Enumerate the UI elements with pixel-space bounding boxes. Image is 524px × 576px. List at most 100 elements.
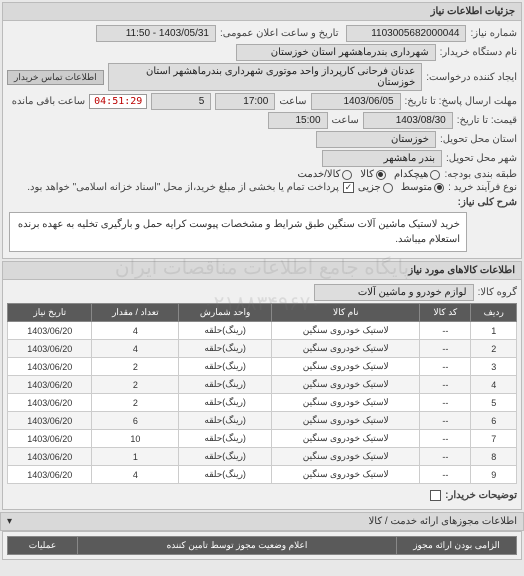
table-row[interactable]: 1--لاستیک خودروی سنگین(رینگ)حلقه41403/06… bbox=[8, 322, 517, 340]
goods-panel: اطلاعات کالاهای مورد نیاز گروه کالا: لوا… bbox=[2, 261, 522, 510]
cell-qty: 2 bbox=[92, 376, 179, 394]
table-row[interactable]: 2--لاستیک خودروی سنگین(رینگ)حلقه41403/06… bbox=[8, 340, 517, 358]
table-row[interactable]: 8--لاستیک خودروی سنگین(رینگ)حلقه11403/06… bbox=[8, 448, 517, 466]
permits-header[interactable]: اطلاعات مجوزهای ارائه خدمت / کالا ▾ bbox=[0, 512, 524, 531]
cell-date: 1403/06/20 bbox=[8, 376, 92, 394]
col-name: نام کالا bbox=[272, 304, 420, 322]
cell-qty: 2 bbox=[92, 394, 179, 412]
req-no-label: شماره نیاز: bbox=[470, 28, 517, 39]
treasury-checkbox[interactable] bbox=[343, 182, 354, 193]
requester-value: عدنان فرحانی کارپرداز واحد موتوری شهردار… bbox=[108, 63, 423, 91]
table-row[interactable]: 4--لاستیک خودروی سنگین(رینگ)حلقه21403/06… bbox=[8, 376, 517, 394]
cell-unit: (رینگ)حلقه bbox=[179, 340, 272, 358]
budget-label: طبقه بندی بودجه: bbox=[444, 169, 517, 180]
cell-n: 3 bbox=[471, 358, 517, 376]
deadline-label: مهلت ارسال پاسخ: تا تاریخ: bbox=[405, 96, 517, 107]
chevron-down-icon: ▾ bbox=[7, 516, 12, 527]
table-row[interactable]: 7--لاستیک خودروی سنگین(رینگ)حلقه101403/0… bbox=[8, 430, 517, 448]
remaining-timer: 04:51:29 bbox=[89, 94, 147, 109]
col-ops: عملیات bbox=[8, 537, 78, 555]
req-no-value: 1103005682000044 bbox=[346, 25, 466, 42]
permits-panel: الزامی بودن ارائه مجوز اعلام وضعیت مجوز … bbox=[2, 531, 522, 560]
cell-n: 2 bbox=[471, 340, 517, 358]
quote-date: 1403/08/30 bbox=[363, 112, 453, 129]
requester-label: ایجاد کننده درخواست: bbox=[426, 72, 517, 83]
goods-header-row: ردیف کد کالا نام کالا واحد شمارش تعداد /… bbox=[8, 304, 517, 322]
table-row[interactable]: 3--لاستیک خودروی سنگین(رینگ)حلقه21403/06… bbox=[8, 358, 517, 376]
table-row[interactable]: 9--لاستیک خودروی سنگین(رینگ)حلقه41403/06… bbox=[8, 466, 517, 484]
cell-code: -- bbox=[420, 448, 471, 466]
cell-date: 1403/06/20 bbox=[8, 322, 92, 340]
cell-n: 6 bbox=[471, 412, 517, 430]
cell-name: لاستیک خودروی سنگین bbox=[272, 376, 420, 394]
buy-type-label: نوع فرآیند خرید : bbox=[448, 182, 517, 193]
cell-n: 7 bbox=[471, 430, 517, 448]
cell-n: 1 bbox=[471, 322, 517, 340]
extension-days: 5 bbox=[151, 93, 211, 110]
buyer-label: نام دستگاه خریدار: bbox=[440, 47, 517, 58]
cell-unit: (رینگ)حلقه bbox=[179, 412, 272, 430]
permits-table: الزامی بودن ارائه مجوز اعلام وضعیت مجوز … bbox=[7, 536, 517, 555]
panel-title: جزئیات اطلاعات نیاز bbox=[3, 3, 521, 21]
cell-unit: (رینگ)حلقه bbox=[179, 430, 272, 448]
cell-qty: 4 bbox=[92, 340, 179, 358]
cell-date: 1403/06/20 bbox=[8, 394, 92, 412]
col-announce: اعلام وضعیت مجوز توسط تامین کننده bbox=[78, 537, 397, 555]
cell-date: 1403/06/20 bbox=[8, 340, 92, 358]
deadline-time: 17:00 bbox=[215, 93, 275, 110]
cell-n: 5 bbox=[471, 394, 517, 412]
summary-text: خرید لاستیک ماشین آلات سنگین طبق شرایط و… bbox=[9, 212, 467, 252]
cell-name: لاستیک خودروی سنگین bbox=[272, 394, 420, 412]
time-label-2: ساعت bbox=[332, 115, 359, 126]
buyer-value: شهرداری بندرماهشهر استان خوزستان bbox=[236, 44, 436, 61]
cell-qty: 1 bbox=[92, 448, 179, 466]
goods-title: اطلاعات کالاهای مورد نیاز bbox=[3, 262, 521, 280]
table-row[interactable]: 6--لاستیک خودروی سنگین(رینگ)حلقه61403/06… bbox=[8, 412, 517, 430]
col-qty: تعداد / مقدار bbox=[92, 304, 179, 322]
announce-label: تاریخ و ساعت اعلان عمومی: bbox=[220, 28, 339, 39]
group-label: گروه کالا: bbox=[478, 287, 517, 298]
permits-title: اطلاعات مجوزهای ارائه خدمت / کالا bbox=[369, 516, 517, 527]
col-row: ردیف bbox=[471, 304, 517, 322]
cell-qty: 4 bbox=[92, 466, 179, 484]
table-row[interactable]: 5--لاستیک خودروی سنگین(رینگ)حلقه21403/06… bbox=[8, 394, 517, 412]
quote-label: قیمت: تا تاریخ: bbox=[457, 115, 517, 126]
quote-time: 15:00 bbox=[268, 112, 328, 129]
radio-icon bbox=[342, 170, 352, 180]
cell-code: -- bbox=[420, 358, 471, 376]
budget-opt-goods[interactable]: کالا bbox=[360, 169, 386, 180]
cell-unit: (رینگ)حلقه bbox=[179, 322, 272, 340]
group-value: لوازم خودرو و ماشین آلات bbox=[314, 284, 474, 301]
cell-name: لاستیک خودروی سنگین bbox=[272, 430, 420, 448]
radio-icon bbox=[376, 170, 386, 180]
goods-table: ردیف کد کالا نام کالا واحد شمارش تعداد /… bbox=[7, 303, 517, 484]
city-value: بندر ماهشهر bbox=[322, 150, 442, 167]
buyer-note-checkbox[interactable] bbox=[430, 490, 441, 501]
cell-date: 1403/06/20 bbox=[8, 358, 92, 376]
col-required: الزامی بودن ارائه مجوز bbox=[397, 537, 517, 555]
buyer-note-label: توضیحات خریدار: bbox=[445, 488, 517, 503]
budget-opt-goods-service[interactable]: کالا/خدمت bbox=[298, 169, 353, 180]
budget-radio-group: هیچکدام کالا کالا/خدمت bbox=[298, 169, 441, 180]
cell-unit: (رینگ)حلقه bbox=[179, 358, 272, 376]
cell-unit: (رینگ)حلقه bbox=[179, 448, 272, 466]
cell-code: -- bbox=[420, 412, 471, 430]
cell-name: لاستیک خودروی سنگین bbox=[272, 322, 420, 340]
cell-name: لاستیک خودروی سنگین bbox=[272, 448, 420, 466]
col-date: تاریخ نیاز bbox=[8, 304, 92, 322]
buy-type-radio-group: متوسط جزیی bbox=[358, 182, 444, 193]
cell-code: -- bbox=[420, 376, 471, 394]
buy-opt-medium[interactable]: متوسط bbox=[401, 182, 444, 193]
announce-value: 1403/05/31 - 11:50 bbox=[96, 25, 216, 42]
province-label: استان محل تحویل: bbox=[440, 134, 517, 145]
cell-date: 1403/06/20 bbox=[8, 430, 92, 448]
buy-opt-minor[interactable]: جزیی bbox=[358, 182, 393, 193]
summary-label: شرح کلی نیاز: bbox=[471, 195, 517, 210]
deadline-date: 1403/06/05 bbox=[311, 93, 401, 110]
cell-date: 1403/06/20 bbox=[8, 448, 92, 466]
contact-buyer-button[interactable]: اطلاعات تماس خریدار bbox=[7, 70, 104, 85]
budget-opt-none[interactable]: هیچکدام bbox=[394, 169, 441, 180]
radio-icon bbox=[383, 183, 393, 193]
cell-name: لاستیک خودروی سنگین bbox=[272, 412, 420, 430]
province-value: خوزستان bbox=[316, 131, 436, 148]
